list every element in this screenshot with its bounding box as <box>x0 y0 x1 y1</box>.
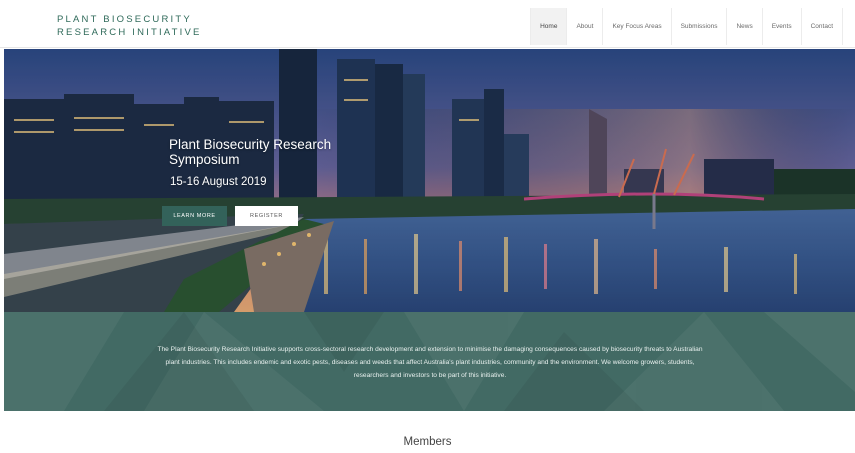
nav-item-submissions[interactable]: Submissions <box>670 8 727 45</box>
nav-item-key-focus-areas[interactable]: Key Focus Areas <box>602 8 670 45</box>
nav-item-home[interactable]: Home <box>530 8 567 45</box>
main-nav: Home About Key Focus Areas Submissions N… <box>530 8 843 45</box>
nav-item-events[interactable]: Events <box>761 8 801 45</box>
nav-item-news[interactable]: News <box>726 8 761 45</box>
learn-more-button[interactable]: LEARN MORE <box>162 206 227 226</box>
members-heading: Members <box>403 436 452 448</box>
site-logo[interactable]: PLANT BIOSECURITY RESEARCH INITIATIVE <box>57 13 202 39</box>
hero-banner: Plant Biosecurity Research Symposium 15-… <box>4 49 855 312</box>
logo-line-1: PLANT BIOSECURITY <box>57 14 192 25</box>
logo-line-2: RESEARCH INITIATIVE <box>57 27 202 38</box>
register-button[interactable]: REGISTER <box>235 206 298 226</box>
hero-title: Plant Biosecurity Research Symposium <box>169 137 332 167</box>
nav-item-about[interactable]: About <box>566 8 602 45</box>
hero-date: 15-16 August 2019 <box>170 176 267 188</box>
intro-section: The Plant Biosecurity Research Initiativ… <box>4 312 855 411</box>
intro-text: The Plant Biosecurity Research Initiativ… <box>157 346 703 379</box>
nav-item-contact[interactable]: Contact <box>800 8 843 45</box>
site-header: PLANT BIOSECURITY RESEARCH INITIATIVE Ho… <box>0 0 855 48</box>
hero-cityscape-image <box>4 49 855 312</box>
